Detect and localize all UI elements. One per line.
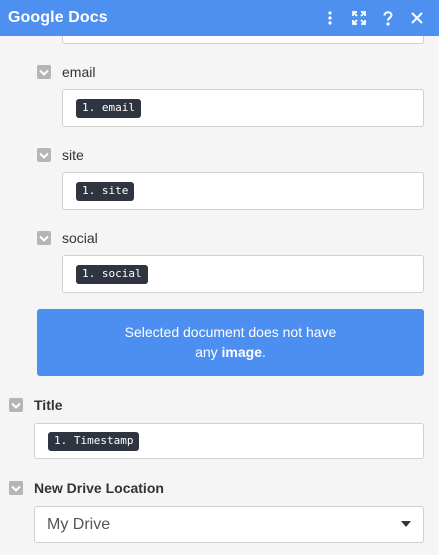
no-image-notice: Selected document does not have any imag… — [37, 309, 424, 376]
more-vertical-icon[interactable] — [315, 6, 344, 30]
site-label: site — [62, 147, 84, 163]
module-header: Google Docs — [0, 0, 439, 36]
email-collapse-toggle[interactable] — [37, 65, 51, 79]
title-mapping-pill[interactable]: 1. Timestamp — [48, 431, 140, 451]
module-title: Google Docs — [8, 9, 108, 26]
notice-line-2: any image. — [195, 344, 266, 360]
email-field[interactable]: 1. email — [62, 89, 424, 127]
social-field[interactable]: 1. social — [62, 255, 424, 293]
drive-location-collapse-toggle[interactable] — [9, 481, 23, 495]
drive-location-label: New Drive Location — [34, 480, 164, 496]
social-collapse-toggle[interactable] — [37, 231, 51, 245]
chevron-down-icon — [401, 521, 411, 527]
close-icon[interactable] — [402, 6, 431, 30]
notice-bold-word: image — [221, 344, 263, 360]
previous-field-input[interactable] — [62, 36, 424, 44]
social-mapping-pill[interactable]: 1. social — [76, 264, 148, 284]
header-actions — [315, 0, 431, 36]
drive-location-select[interactable]: My Drive — [34, 506, 424, 543]
notice-line-1: Selected document does not have — [124, 324, 337, 340]
drive-location-row-label: New Drive Location — [9, 480, 164, 496]
site-collapse-toggle[interactable] — [37, 148, 51, 162]
expand-icon[interactable] — [344, 6, 373, 30]
site-row-label: site — [37, 147, 84, 163]
title-row-label: Title — [9, 397, 63, 413]
social-row-label: social — [37, 230, 98, 246]
social-label: social — [62, 230, 98, 246]
help-icon[interactable] — [373, 6, 402, 30]
module-form[interactable]: email 1. email site 1. site social 1. so… — [0, 36, 439, 555]
email-mapping-pill[interactable]: 1. email — [76, 98, 141, 118]
email-row-label: email — [37, 64, 95, 80]
title-collapse-toggle[interactable] — [9, 398, 23, 412]
email-label: email — [62, 64, 96, 80]
title-field[interactable]: 1. Timestamp — [34, 423, 424, 459]
drive-location-selected-value: My Drive — [47, 515, 111, 533]
site-mapping-pill[interactable]: 1. site — [76, 181, 135, 201]
site-field[interactable]: 1. site — [62, 172, 424, 210]
title-label: Title — [34, 397, 63, 413]
